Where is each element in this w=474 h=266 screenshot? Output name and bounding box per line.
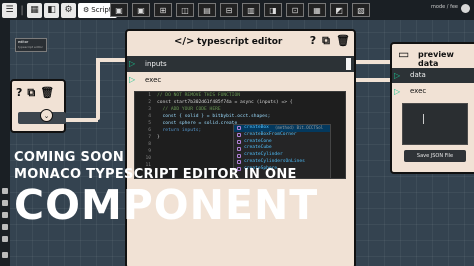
- script-tab-label: Script: [91, 6, 112, 14]
- exec-label: exec: [410, 87, 427, 95]
- preview-data-node[interactable]: ▭ preview data ▷ data ▷ exec Save JSON F…: [390, 42, 474, 174]
- chevron-down-icon[interactable]: ⌄: [40, 109, 53, 122]
- square-icon[interactable]: [2, 212, 8, 218]
- exec-arrow-icon[interactable]: ▷: [394, 87, 402, 96]
- code-line: 1// DO NOT REMOVE THIS FUNCTION: [148, 93, 240, 98]
- topbar-status: mode / fee: [431, 4, 458, 10]
- help-icon[interactable]: ?: [16, 87, 22, 98]
- preview-area[interactable]: [402, 103, 468, 145]
- copy-icon[interactable]: ⧉: [27, 87, 35, 98]
- method-icon: [237, 133, 241, 138]
- settings-icon[interactable]: ⚙: [61, 2, 76, 18]
- suggestion-item[interactable]: createBox (method) Bit.OCCTSol: [234, 125, 330, 132]
- suggestion-item[interactable]: createBoxFromCorner: [234, 132, 330, 139]
- node-icon[interactable]: ▣: [132, 3, 150, 17]
- editor-value: typescript editor: [18, 45, 43, 49]
- node-title: preview data: [418, 50, 454, 68]
- inputs-port-row: ▷ inputs: [127, 56, 354, 72]
- help-icon[interactable]: ?: [310, 35, 316, 46]
- headline-component: COMPONENT: [14, 181, 319, 229]
- avatar[interactable]: [461, 4, 470, 13]
- node-palette: ▣ ▣ ⊞ ◫ ▤ ⊟ ▥ ◨ ⊡ ▦ ◩ ▧: [110, 3, 370, 17]
- cube-icon[interactable]: ◧: [44, 2, 59, 18]
- port-arrow-icon[interactable]: ▷: [129, 59, 137, 68]
- method-icon: [237, 153, 241, 158]
- code-line: 2 const start7b302d61f485f74a = async (in…: [148, 100, 293, 105]
- square-icon[interactable]: [2, 200, 8, 206]
- wire-connector: [356, 60, 392, 64]
- exec-label: exec: [145, 76, 162, 84]
- save-json-button[interactable]: Save JSON File: [404, 150, 466, 162]
- menu-icon[interactable]: ☰: [2, 2, 17, 18]
- suggestion-item[interactable]: createCylindersOnLines: [234, 159, 330, 166]
- editor-panel: editor typescript editor: [15, 38, 47, 52]
- node-icon[interactable]: ◫: [176, 3, 194, 17]
- node-actions: ? ⧉ 🗑: [310, 35, 350, 46]
- node-icon[interactable]: ⊡: [286, 3, 304, 17]
- toolbar-divider: |: [20, 4, 24, 16]
- exec-port-row: ▷ exec: [127, 72, 354, 88]
- select-node[interactable]: ? ⧉ 🗑: [10, 79, 66, 133]
- exec-arrow-icon[interactable]: ▷: [129, 75, 137, 84]
- monaco-code-editor[interactable]: 1// DO NOT REMOVE THIS FUNCTION 2 const s…: [134, 91, 346, 179]
- settings-icon[interactable]: [2, 188, 8, 194]
- grid-icon[interactable]: ▦: [27, 2, 42, 18]
- node-icon[interactable]: ▣: [110, 3, 128, 17]
- node-icon[interactable]: ▥: [242, 3, 260, 17]
- square-icon[interactable]: [2, 224, 8, 230]
- gear-icon: ⚙: [83, 6, 90, 14]
- text-cursor: [423, 114, 425, 124]
- square-icon[interactable]: [2, 236, 8, 242]
- data-port-row: ▷ data: [392, 68, 474, 83]
- square-icon[interactable]: [2, 252, 8, 258]
- method-icon: [237, 139, 241, 144]
- headline-coming-soon: COMING SOON: [14, 150, 125, 165]
- node-icon[interactable]: ◨: [264, 3, 282, 17]
- monitor-icon: ▭: [398, 47, 410, 61]
- top-toolbar: ☰ | ▦ ◧ ⚙ ⚙ Script ▣ ▣ ⊞ ◫ ▤ ⊟ ▥ ◨ ⊡ ▦ ◩…: [0, 0, 474, 20]
- suggestion-item[interactable]: createCylinder: [234, 152, 330, 159]
- method-icon: [237, 146, 241, 151]
- exec-port-row: ▷ exec: [392, 84, 474, 99]
- code-line: 4 const { solid } = bitbybit.occt.shapes…: [148, 114, 271, 119]
- code-line: 3 // ADD YOUR CODE HERE: [148, 107, 221, 112]
- node-icon[interactable]: ⊟: [220, 3, 238, 17]
- left-rail: [0, 20, 10, 266]
- wire-connector: [356, 78, 392, 82]
- node-header: </> typescript editor ? ⧉ 🗑: [127, 31, 354, 55]
- inputs-label: inputs: [145, 60, 167, 68]
- delete-icon[interactable]: 🗑: [40, 87, 54, 98]
- copy-icon[interactable]: ⧉: [322, 35, 330, 46]
- method-icon: [237, 126, 241, 131]
- typescript-editor-node[interactable]: </> typescript editor ? ⧉ 🗑 ▷ inputs ▷ e…: [125, 29, 356, 266]
- node-icon[interactable]: ⊞: [154, 3, 172, 17]
- node-icon[interactable]: ▧: [352, 3, 370, 17]
- method-icon: [237, 160, 241, 165]
- headline-subtitle: MONACO TYPESCRIPT EDITOR IN ONE: [14, 167, 297, 182]
- node-title: typescript editor: [197, 37, 283, 47]
- output-handle[interactable]: [346, 58, 351, 70]
- delete-icon[interactable]: 🗑: [336, 35, 350, 46]
- data-label: data: [410, 71, 426, 79]
- node-icon[interactable]: ▤: [198, 3, 216, 17]
- code-icon: </>: [174, 36, 195, 47]
- wire-connector: [96, 58, 126, 62]
- editor-label: editor: [18, 40, 29, 44]
- wire-connector: [66, 118, 98, 122]
- node-actions: ? ⧉ 🗑: [16, 87, 54, 98]
- wire-connector: [96, 60, 100, 120]
- node-icon[interactable]: ◩: [330, 3, 348, 17]
- port-arrow-icon[interactable]: ▷: [394, 71, 402, 80]
- node-icon[interactable]: ▦: [308, 3, 326, 17]
